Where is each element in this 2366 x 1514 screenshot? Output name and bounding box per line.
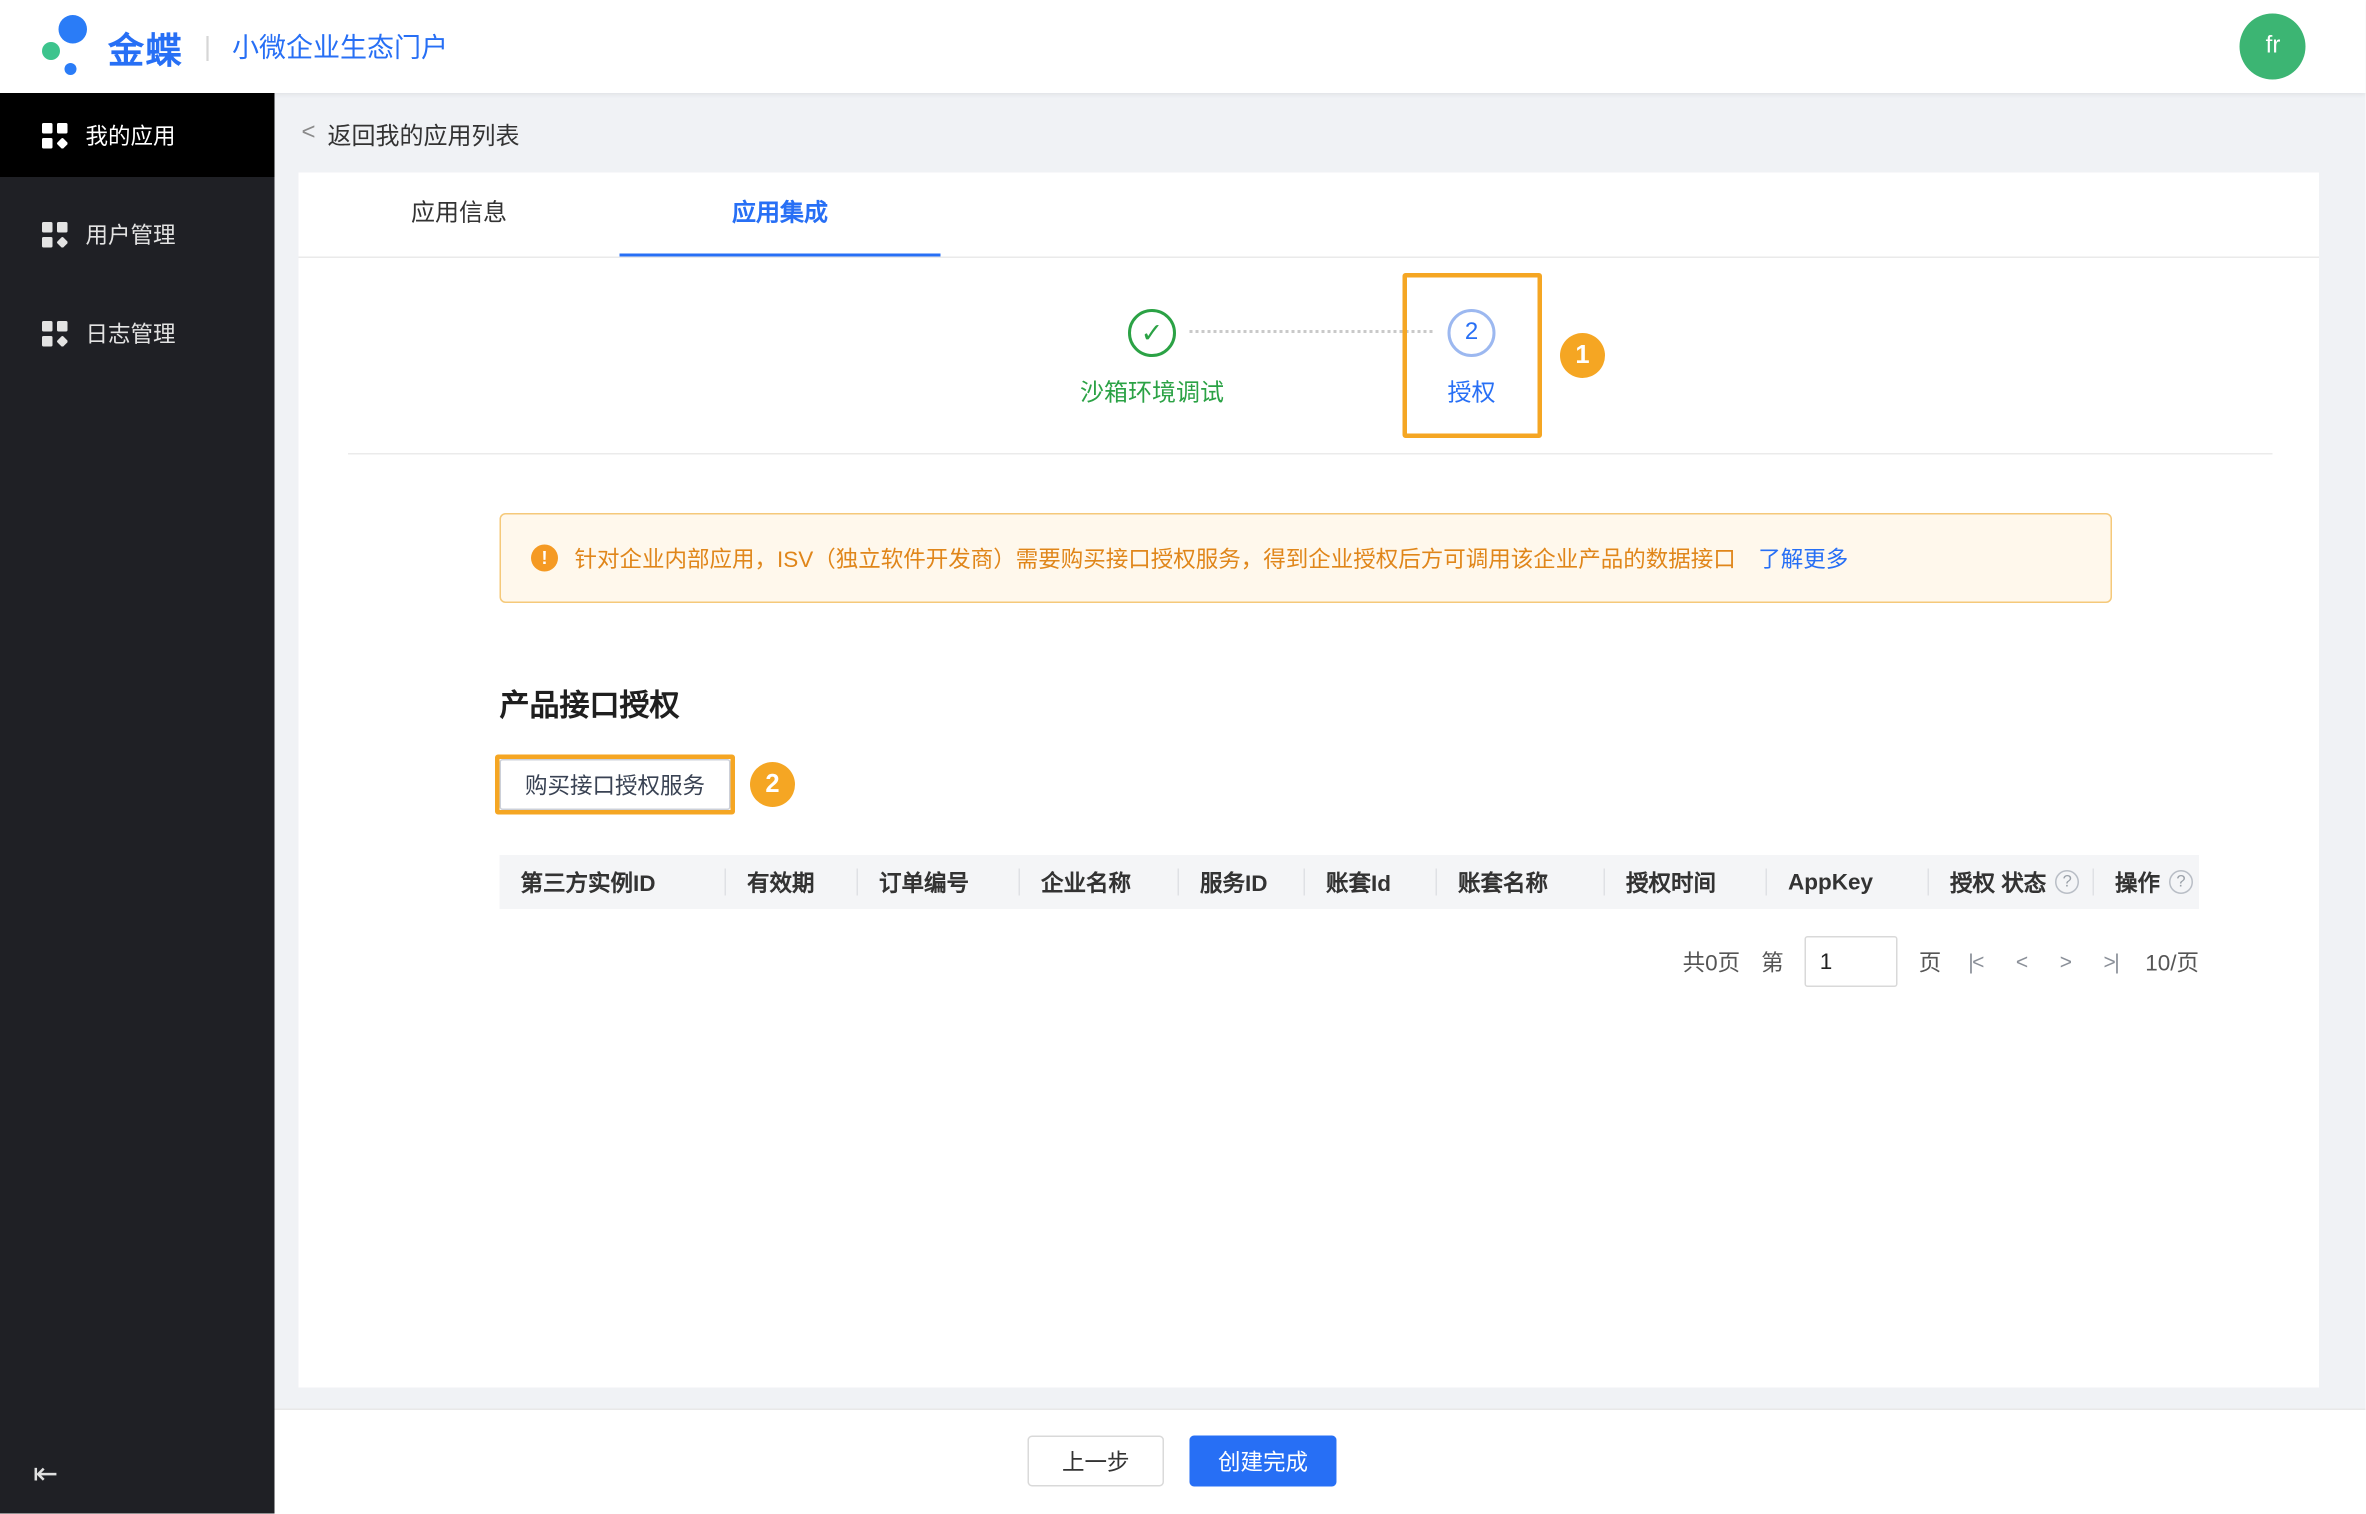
sidebar-item-label: 日志管理: [86, 317, 176, 349]
previous-step-button[interactable]: 上一步: [1027, 1436, 1164, 1487]
back-link-label: 返回我的应用列表: [328, 115, 520, 151]
back-chevron-icon: <: [302, 119, 316, 146]
notice-text: 针对企业内部应用，ISV（独立软件开发商）需要购买接口授权服务，得到企业授权后方…: [575, 542, 1736, 574]
th-label: 有效期: [747, 869, 815, 896]
th-third-party-instance-id: 第三方实例ID: [500, 869, 725, 896]
th-actions: 操作 ?: [2093, 869, 2200, 896]
collapse-icon: ⇤: [33, 1458, 58, 1491]
step-sandbox-label: 沙箱环境调试: [1047, 372, 1257, 408]
learn-more-link[interactable]: 了解更多: [1758, 542, 1848, 574]
annotation-box-buy: 购买接口授权服务: [495, 755, 735, 815]
stepper: ✓ 沙箱环境调试 2 授权 1: [299, 258, 2320, 453]
th-label: AppKey: [1788, 869, 1873, 895]
apps-grid-icon: [42, 122, 68, 148]
table-header-row: 第三方实例ID 有效期 订单编号 企业名称 服务ID 账套Id 账套名称 授权时…: [500, 855, 2200, 909]
th-label: 账套名称: [1458, 869, 1548, 896]
th-validity: 有效期: [725, 869, 857, 896]
section-divider: [348, 453, 2273, 455]
pagination: 共0页 第 页 |< < > >| 10/页: [299, 936, 2320, 987]
tabs: 应用信息 应用集成: [299, 173, 2320, 259]
th-label: 操作: [2115, 869, 2160, 896]
th-label: 授权时间: [1626, 869, 1716, 896]
logo-dot: [42, 42, 60, 60]
step-number: 2: [1465, 320, 1478, 347]
sidebar-item-my-apps[interactable]: 我的应用: [0, 93, 275, 177]
back-link[interactable]: < 返回我的应用列表: [302, 115, 520, 151]
portal-title: 小微企业生态门户: [232, 27, 448, 66]
notice-banner: ! 针对企业内部应用，ISV（独立软件开发商）需要购买接口授权服务，得到企业授权…: [500, 513, 2113, 603]
step-authorize-label: 授权: [1367, 372, 1577, 408]
apps-grid-icon: [42, 221, 68, 247]
sidebar-collapse-button[interactable]: ⇤: [33, 1455, 58, 1493]
buy-authorization-service-button[interactable]: 购买接口授权服务: [500, 759, 731, 810]
th-label: 账套Id: [1326, 869, 1391, 896]
next-page-button[interactable]: >: [2054, 950, 2077, 974]
user-avatar[interactable]: fr: [2240, 14, 2306, 80]
main-content: < 返回我的应用列表 应用信息 应用集成 ✓ 沙箱环境调试: [275, 93, 2366, 1514]
tab-app-info[interactable]: 应用信息: [299, 173, 620, 257]
th-account-book-name: 账套名称: [1436, 869, 1604, 896]
help-icon[interactable]: ?: [2169, 870, 2193, 894]
step-done-circle: ✓: [1128, 309, 1176, 357]
logo-dot: [65, 63, 77, 75]
brand-name: 金蝶: [108, 20, 183, 73]
section-title: 产品接口授权: [500, 681, 2320, 725]
th-account-book-id: 账套Id: [1304, 869, 1436, 896]
logo-dot: [59, 15, 88, 44]
sidebar-item-label: 我的应用: [86, 119, 176, 151]
th-label: 授权 状态: [1950, 869, 2046, 896]
tab-app-integration[interactable]: 应用集成: [620, 173, 941, 257]
page-size-text: 10/页: [2145, 946, 2199, 978]
th-order-number: 订单编号: [857, 869, 1019, 896]
footer-bar: 上一步 创建完成: [275, 1409, 2366, 1514]
annotation-badge-2: 2: [750, 762, 795, 807]
th-company-name: 企业名称: [1019, 869, 1178, 896]
page-number-input[interactable]: [1805, 936, 1898, 987]
step-authorize: 2 授权: [1367, 309, 1577, 408]
th-label: 企业名称: [1041, 869, 1131, 896]
check-icon: ✓: [1141, 317, 1164, 349]
step-sandbox-debug: ✓ 沙箱环境调试: [1047, 309, 1257, 408]
kingdee-logo: [42, 14, 96, 80]
page-prefix: 第: [1761, 946, 1784, 978]
app-root: 金蝶 | 小微企业生态门户 fr 我的应用 用户管理 日志管理 ⇤: [0, 0, 2366, 1514]
th-label: 第三方实例ID: [521, 869, 656, 896]
sidebar: 我的应用 用户管理 日志管理 ⇤: [0, 93, 275, 1514]
back-row: < 返回我的应用列表: [275, 93, 2366, 173]
th-appkey: AppKey: [1766, 869, 1928, 896]
th-service-id: 服务ID: [1178, 869, 1304, 896]
th-authorization-status: 授权 状态 ?: [1928, 869, 2093, 896]
step-current-circle: 2: [1448, 309, 1496, 357]
last-page-button[interactable]: >|: [2097, 950, 2124, 974]
brand-separator: |: [204, 31, 211, 63]
sidebar-item-label: 用户管理: [86, 218, 176, 250]
prev-page-button[interactable]: <: [2010, 950, 2033, 974]
apps-grid-icon: [42, 320, 68, 346]
sidebar-item-log-management[interactable]: 日志管理: [0, 291, 275, 375]
annotation-box-authorize: 2 授权: [1403, 273, 1543, 438]
app-detail-card: 应用信息 应用集成 ✓ 沙箱环境调试 2 授权: [299, 173, 2320, 1388]
topbar: 金蝶 | 小微企业生态门户 fr: [0, 0, 2366, 93]
annotation-badge-1: 1: [1560, 333, 1605, 378]
th-label: 服务ID: [1200, 869, 1268, 896]
buy-row: 购买接口授权服务 2: [495, 755, 2319, 815]
th-authorization-time: 授权时间: [1604, 869, 1766, 896]
create-complete-button[interactable]: 创建完成: [1190, 1436, 1337, 1487]
first-page-button[interactable]: |<: [1962, 950, 1989, 974]
help-icon[interactable]: ?: [2055, 870, 2079, 894]
footer-buttons: 上一步 创建完成: [1027, 1436, 1336, 1487]
sidebar-item-user-management[interactable]: 用户管理: [0, 192, 275, 276]
page-suffix: 页: [1919, 946, 1942, 978]
th-label: 订单编号: [879, 869, 969, 896]
warning-icon: !: [531, 545, 558, 572]
total-pages-text: 共0页: [1683, 946, 1741, 978]
